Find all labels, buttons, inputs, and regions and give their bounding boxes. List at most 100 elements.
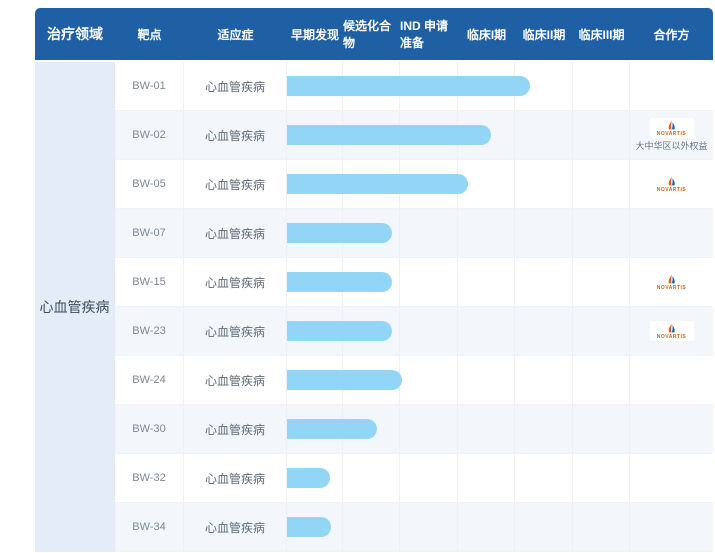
table-row: BW-05 心血管疾病 NOVARTIS [115,160,713,209]
grid-cell-phase-3 [573,356,630,404]
grid-cell-phase-3 [573,160,630,208]
target-cell: BW-15 [115,258,184,306]
grid-cell-phase-3 [573,503,630,551]
pipeline-page: 治疗领域 靶点 适应症 早期发现 候选化合物 IND 申请准备 临床I期 临床I… [0,0,715,553]
grid-cell-phase-3 [573,209,630,257]
rows: BW-01 心血管疾病 BW-02 心血管疾病 [115,62,713,552]
grid-cell-phase-2 [515,503,573,551]
progress-bar [287,419,377,439]
novartis-wordmark: NOVARTIS [657,132,686,137]
table-row: BW-24 心血管疾病 [115,356,713,405]
phase-track [287,454,630,502]
grid-cell-phase-3 [573,62,630,110]
target-cell: BW-30 [115,405,184,453]
header-target: 靶点 [115,26,184,43]
grid-cell-phase-2 [515,160,573,208]
table-row: BW-07 心血管疾病 [115,209,713,258]
table-row: BW-01 心血管疾病 [115,62,713,111]
table-row: BW-15 心血管疾病 NOVARTIS [115,258,713,307]
target-cell: BW-01 [115,62,184,110]
grid-cell-phase-3 [573,258,630,306]
grid-cell-phase-1 [458,258,515,306]
indication-cell: 心血管疾病 [184,209,287,257]
progress-bar [287,76,530,96]
partner-cell: NOVARTIS [630,160,713,208]
table-row: BW-23 心血管疾病 NOVARTIS [115,307,713,356]
phase-track [287,111,630,159]
header-early-discovery: 早期发现 [287,26,343,43]
indication-cell: 心血管疾病 [184,160,287,208]
grid-cell-phase-2 [515,405,573,453]
grid-cell-ind-prep [400,356,458,404]
header-ind-prep: IND 申请准备 [400,17,458,51]
grid-cell-phase-3 [573,405,630,453]
target-cell: BW-32 [115,454,184,502]
grid-cell-phase-1 [458,307,515,355]
partner-cell [630,503,713,551]
indication-cell: 心血管疾病 [184,307,287,355]
indication-cell: 心血管疾病 [184,356,287,404]
grid-cell-candidate [343,454,400,502]
progress-bar [287,223,392,243]
grid-cell-phase-1 [458,503,515,551]
partner-cell: NOVARTIS [630,307,713,355]
novartis-logo: NOVARTIS [650,118,694,138]
indication-cell: 心血管疾病 [184,258,287,306]
progress-bar [287,468,330,488]
phase-track [287,209,630,257]
indication-cell: 心血管疾病 [184,405,287,453]
novartis-wordmark: NOVARTIS [657,286,686,291]
grid-cell-ind-prep [400,454,458,502]
target-cell: BW-02 [115,111,184,159]
header-phase-2: 临床II期 [515,26,573,43]
target-cell: BW-34 [115,503,184,551]
header-phase-1: 临床I期 [458,26,515,43]
progress-bar [287,517,331,537]
target-cell: BW-24 [115,356,184,404]
header-candidate: 候选化合物 [343,17,400,51]
grid-cell-phase-1 [458,209,515,257]
grid-cell-phase-2 [515,307,573,355]
partner-cell [630,356,713,404]
phase-track [287,405,630,453]
table-row: BW-32 心血管疾病 [115,454,713,503]
grid-cell-phase-2 [515,111,573,159]
grid-cell-ind-prep [400,209,458,257]
grid-cell-ind-prep [400,307,458,355]
table-row: BW-30 心血管疾病 [115,405,713,454]
grid-cell-phase-2 [515,209,573,257]
novartis-wordmark: NOVARTIS [657,188,686,193]
indication-cell: 心血管疾病 [184,62,287,110]
grid-cell-phase-1 [458,454,515,502]
indication-cell: 心血管疾病 [184,503,287,551]
pipeline-table: 治疗领域 靶点 适应症 早期发现 候选化合物 IND 申请准备 临床I期 临床I… [35,8,713,552]
phase-track [287,160,630,208]
table-row: BW-34 心血管疾病 [115,503,713,552]
grid-cell-ind-prep [400,503,458,551]
phase-track [287,307,630,355]
partner-cell [630,209,713,257]
phase-track [287,62,630,110]
table-header: 治疗领域 靶点 适应症 早期发现 候选化合物 IND 申请准备 临床I期 临床I… [35,8,713,60]
novartis-logo: NOVARTIS [650,321,694,341]
partner-cell: NOVARTIS [630,258,713,306]
grid-cell-phase-3 [573,307,630,355]
grid-cell-candidate [343,503,400,551]
header-indication: 适应症 [184,26,287,43]
target-cell: BW-05 [115,160,184,208]
partner-cell [630,405,713,453]
progress-bar [287,174,468,194]
partner-note: 大中华区以外权益 [635,139,707,152]
partner-cell [630,62,713,110]
grid-cell-ind-prep [400,258,458,306]
indication-cell: 心血管疾病 [184,454,287,502]
phase-track [287,356,630,404]
grid-cell-phase-2 [515,454,573,502]
header-therapeutic-area: 治疗领域 [35,24,115,44]
partner-cell: NOVARTIS 大中华区以外权益 [630,111,713,159]
target-cell: BW-23 [115,307,184,355]
grid-cell-phase-1 [458,356,515,404]
grid-cell-phase-1 [458,405,515,453]
novartis-logo: NOVARTIS [650,272,694,292]
grid-cell-phase-3 [573,111,630,159]
